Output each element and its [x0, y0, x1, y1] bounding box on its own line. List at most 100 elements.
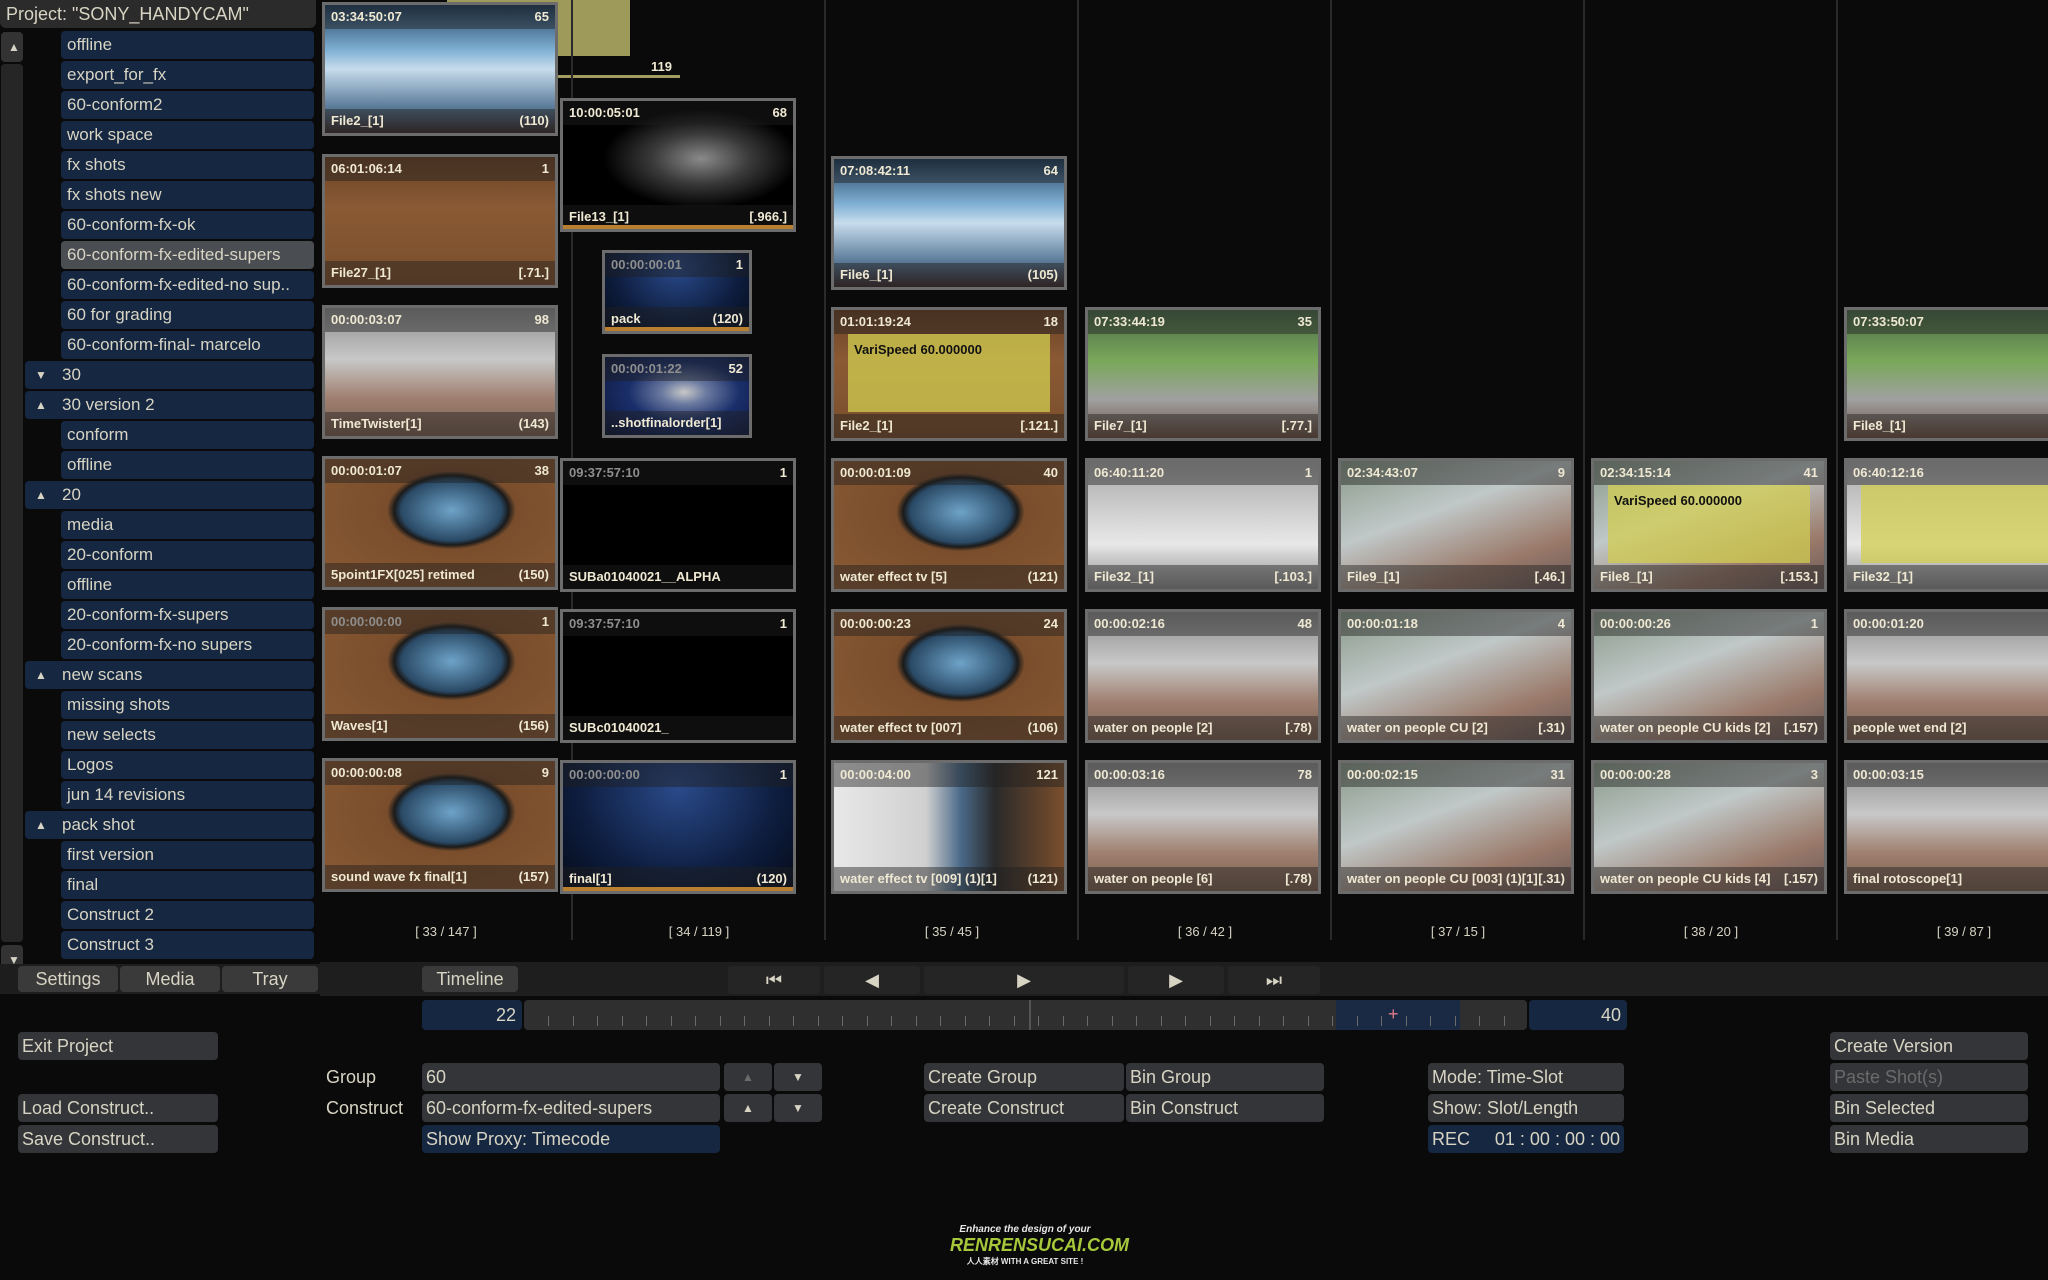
- collapse-triangle-icon[interactable]: ▲: [35, 391, 47, 419]
- tab-settings[interactable]: Settings: [18, 966, 118, 992]
- tree-group-item[interactable]: ▲ pack shot: [25, 811, 314, 839]
- clip-thumbnail[interactable]: 03:34:50:07 65 File2_[1] (110): [322, 2, 558, 136]
- load-construct-button[interactable]: Load Construct..: [18, 1094, 218, 1122]
- tree-group-item[interactable]: ▲ new scans: [25, 661, 314, 689]
- tab-media[interactable]: Media: [120, 966, 220, 992]
- clip-thumbnail[interactable]: 00:00:03:16 78 water on people [6] [.78): [1085, 760, 1321, 894]
- play-button[interactable]: ▶: [924, 966, 1124, 994]
- tree-construct-item[interactable]: export_for_fx: [61, 61, 314, 89]
- tree-construct-item[interactable]: first version: [61, 841, 314, 869]
- tree-construct-item[interactable]: 60-conform-fx-edited-supers: [61, 241, 314, 269]
- tree-construct-item[interactable]: final: [61, 871, 314, 899]
- clip-thumbnail[interactable]: 02:34:43:07 9 File9_[1] [.46.]: [1338, 458, 1574, 592]
- clip-thumbnail[interactable]: 06:40:12:16 File32_[1][.7: [1844, 458, 2048, 592]
- clip-thumbnail[interactable]: 00:00:00:00 1 Waves[1] (156): [322, 607, 558, 741]
- clip-thumbnail[interactable]: 07:33:50:07 File8_[1](1: [1844, 307, 2048, 441]
- clip-thumbnail[interactable]: 09:37:57:10 1 SUBc01040021_: [560, 609, 796, 743]
- clip-thumbnail[interactable]: 00:00:00:01 1 pack (120): [602, 250, 752, 334]
- mode-toggle[interactable]: Mode: Time-Slot: [1428, 1063, 1624, 1091]
- tree-construct-item[interactable]: missing shots: [61, 691, 314, 719]
- tree-construct-item[interactable]: fx shots: [61, 151, 314, 179]
- clip-thumbnail[interactable]: 00:00:01:20 people wet end [2][.: [1844, 609, 2048, 743]
- playhead-cursor-icon[interactable]: +: [1388, 1002, 1402, 1026]
- scroll-up-button[interactable]: ▲: [1, 32, 23, 62]
- tree-construct-item[interactable]: media: [61, 511, 314, 539]
- create-construct-button[interactable]: Create Construct: [924, 1094, 1124, 1122]
- paste-shots-button[interactable]: Paste Shot(s): [1830, 1063, 2028, 1091]
- go-to-start-button[interactable]: ⏮: [728, 966, 820, 994]
- next-edit-button[interactable]: ▶: [1128, 966, 1224, 994]
- clip-thumbnail[interactable]: 00:00:02:15 31 water on people CU [003] (1…: [1338, 760, 1574, 894]
- tree-construct-item[interactable]: offline: [61, 31, 314, 59]
- clip-thumbnail[interactable]: 00:00:00:26 1 water on people CU kids [2] […: [1591, 609, 1827, 743]
- clip-thumbnail[interactable]: 00:00:03:07 98 TimeTwister[1] (143): [322, 305, 558, 439]
- clip-thumbnail[interactable]: 10:00:05:01 68 File13_[1] [.966.]: [560, 98, 796, 232]
- tree-construct-item[interactable]: jun 14 revisions: [61, 781, 314, 809]
- clip-thumbnail[interactable]: 00:00:01:09 40 water effect tv [5] (121): [831, 458, 1067, 592]
- tree-construct-item[interactable]: work space: [61, 121, 314, 149]
- tree-construct-item[interactable]: 20-conform-fx-supers: [61, 601, 314, 629]
- show-proxy-toggle[interactable]: Show Proxy: Timecode: [422, 1125, 720, 1153]
- clip-thumbnail[interactable]: 09:37:57:10 1 SUBa01040021__ALPHA: [560, 458, 796, 592]
- show-toggle[interactable]: Show: Slot/Length: [1428, 1094, 1624, 1122]
- bin-group-button[interactable]: Bin Group: [1126, 1063, 1324, 1091]
- tree-construct-item[interactable]: 60-conform-final- marcelo: [61, 331, 314, 359]
- group-field[interactable]: 60: [422, 1063, 720, 1091]
- tree-group-item[interactable]: ▲ 20: [25, 481, 314, 509]
- clip-thumbnail[interactable]: 00:00:01:18 4 water on people CU [2] [.31): [1338, 609, 1574, 743]
- tree-scrollbar[interactable]: ▲ ▼: [0, 30, 24, 975]
- construct-down-button[interactable]: ▼: [774, 1094, 822, 1122]
- previous-edit-button[interactable]: ◀: [824, 966, 920, 994]
- tree-construct-item[interactable]: Construct 2: [61, 901, 314, 929]
- scrub-track[interactable]: +: [524, 1000, 1527, 1030]
- clip-thumbnail[interactable]: 07:33:44:19 35 File7_[1] [.77.]: [1085, 307, 1321, 441]
- tree-construct-item[interactable]: Construct 3: [61, 931, 314, 959]
- create-group-button[interactable]: Create Group: [924, 1063, 1124, 1091]
- clip-thumbnail[interactable]: VariSpeed 60.000000 01:01:19:24 18 File2_[1…: [831, 307, 1067, 441]
- expand-triangle-icon[interactable]: ▼: [35, 361, 47, 389]
- clip-thumbnail[interactable]: 00:00:01:07 38 5point1FX[025] retimed (150): [322, 456, 558, 590]
- tree-group-item[interactable]: ▲ 30 version 2: [25, 391, 314, 419]
- tree-construct-item[interactable]: 60-conform-fx-ok: [61, 211, 314, 239]
- tree-construct-item[interactable]: offline: [61, 451, 314, 479]
- tree-construct-item[interactable]: 60 for grading: [61, 301, 314, 329]
- construct-up-button[interactable]: ▲: [724, 1094, 772, 1122]
- timeline-button[interactable]: Timeline: [422, 966, 518, 992]
- tree-construct-item[interactable]: new selects: [61, 721, 314, 749]
- clip-thumbnail[interactable]: 00:00:03:15 final rotoscope[1][.: [1844, 760, 2048, 894]
- collapse-triangle-icon[interactable]: ▲: [35, 481, 47, 509]
- timeline-scrubber[interactable]: 22 + 40: [422, 1000, 1627, 1030]
- construct-field[interactable]: 60-conform-fx-edited-supers: [422, 1094, 720, 1122]
- exit-project-button[interactable]: Exit Project: [18, 1032, 218, 1060]
- clip-thumbnail[interactable]: 07:08:42:11 64 File6_[1] (105): [831, 156, 1067, 290]
- collapse-triangle-icon[interactable]: ▲: [35, 811, 47, 839]
- clip-thumbnail[interactable]: VariSpeed 60.000000 02:34:15:14 41 File8_[1…: [1591, 458, 1827, 592]
- scroll-track[interactable]: [1, 64, 23, 942]
- clip-thumbnail[interactable]: 06:01:06:14 1 File27_[1] [.71.]: [322, 154, 558, 288]
- tree-construct-item[interactable]: conform: [61, 421, 314, 449]
- clip-thumbnail[interactable]: 00:00:00:08 9 sound wave fx final[1] (157): [322, 758, 558, 892]
- tree-group-item[interactable]: ▼ 30: [25, 361, 314, 389]
- collapse-triangle-icon[interactable]: ▲: [35, 661, 47, 689]
- create-version-button[interactable]: Create Version: [1830, 1032, 2028, 1060]
- bin-selected-button[interactable]: Bin Selected: [1830, 1094, 2028, 1122]
- tree-construct-item[interactable]: Logos: [61, 751, 314, 779]
- tree-construct-item[interactable]: fx shots new: [61, 181, 314, 209]
- tree-construct-item[interactable]: offline: [61, 571, 314, 599]
- clip-thumbnail[interactable]: 00:00:01:22 52 ..shotfinalorder[1](120): [602, 354, 752, 438]
- rec-timecode-field[interactable]: REC 01 : 00 : 00 : 00: [1428, 1125, 1624, 1153]
- go-to-end-button[interactable]: ⏭: [1228, 966, 1320, 994]
- tree-construct-item[interactable]: 20-conform-fx-no supers: [61, 631, 314, 659]
- tree-construct-item[interactable]: 60-conform2: [61, 91, 314, 119]
- tree-construct-item[interactable]: 60-conform-fx-edited-no sup..: [61, 271, 314, 299]
- clip-thumbnail[interactable]: 00:00:04:00 121 water effect tv [009] (1)[…: [831, 760, 1067, 894]
- group-down-button[interactable]: ▼: [774, 1063, 822, 1091]
- clip-thumbnail[interactable]: 00:00:02:16 48 water on people [2] [.78): [1085, 609, 1321, 743]
- clip-thumbnail[interactable]: 00:00:00:00 1 final[1] (120): [560, 760, 796, 894]
- save-construct-button[interactable]: Save Construct..: [18, 1125, 218, 1153]
- bin-construct-button[interactable]: Bin Construct: [1126, 1094, 1324, 1122]
- tab-tray[interactable]: Tray: [222, 966, 318, 992]
- clip-thumbnail[interactable]: 00:00:00:23 24 water effect tv [007] (106): [831, 609, 1067, 743]
- clip-thumbnail[interactable]: 00:00:00:28 3 water on people CU kids [4] […: [1591, 760, 1827, 894]
- tree-construct-item[interactable]: 20-conform: [61, 541, 314, 569]
